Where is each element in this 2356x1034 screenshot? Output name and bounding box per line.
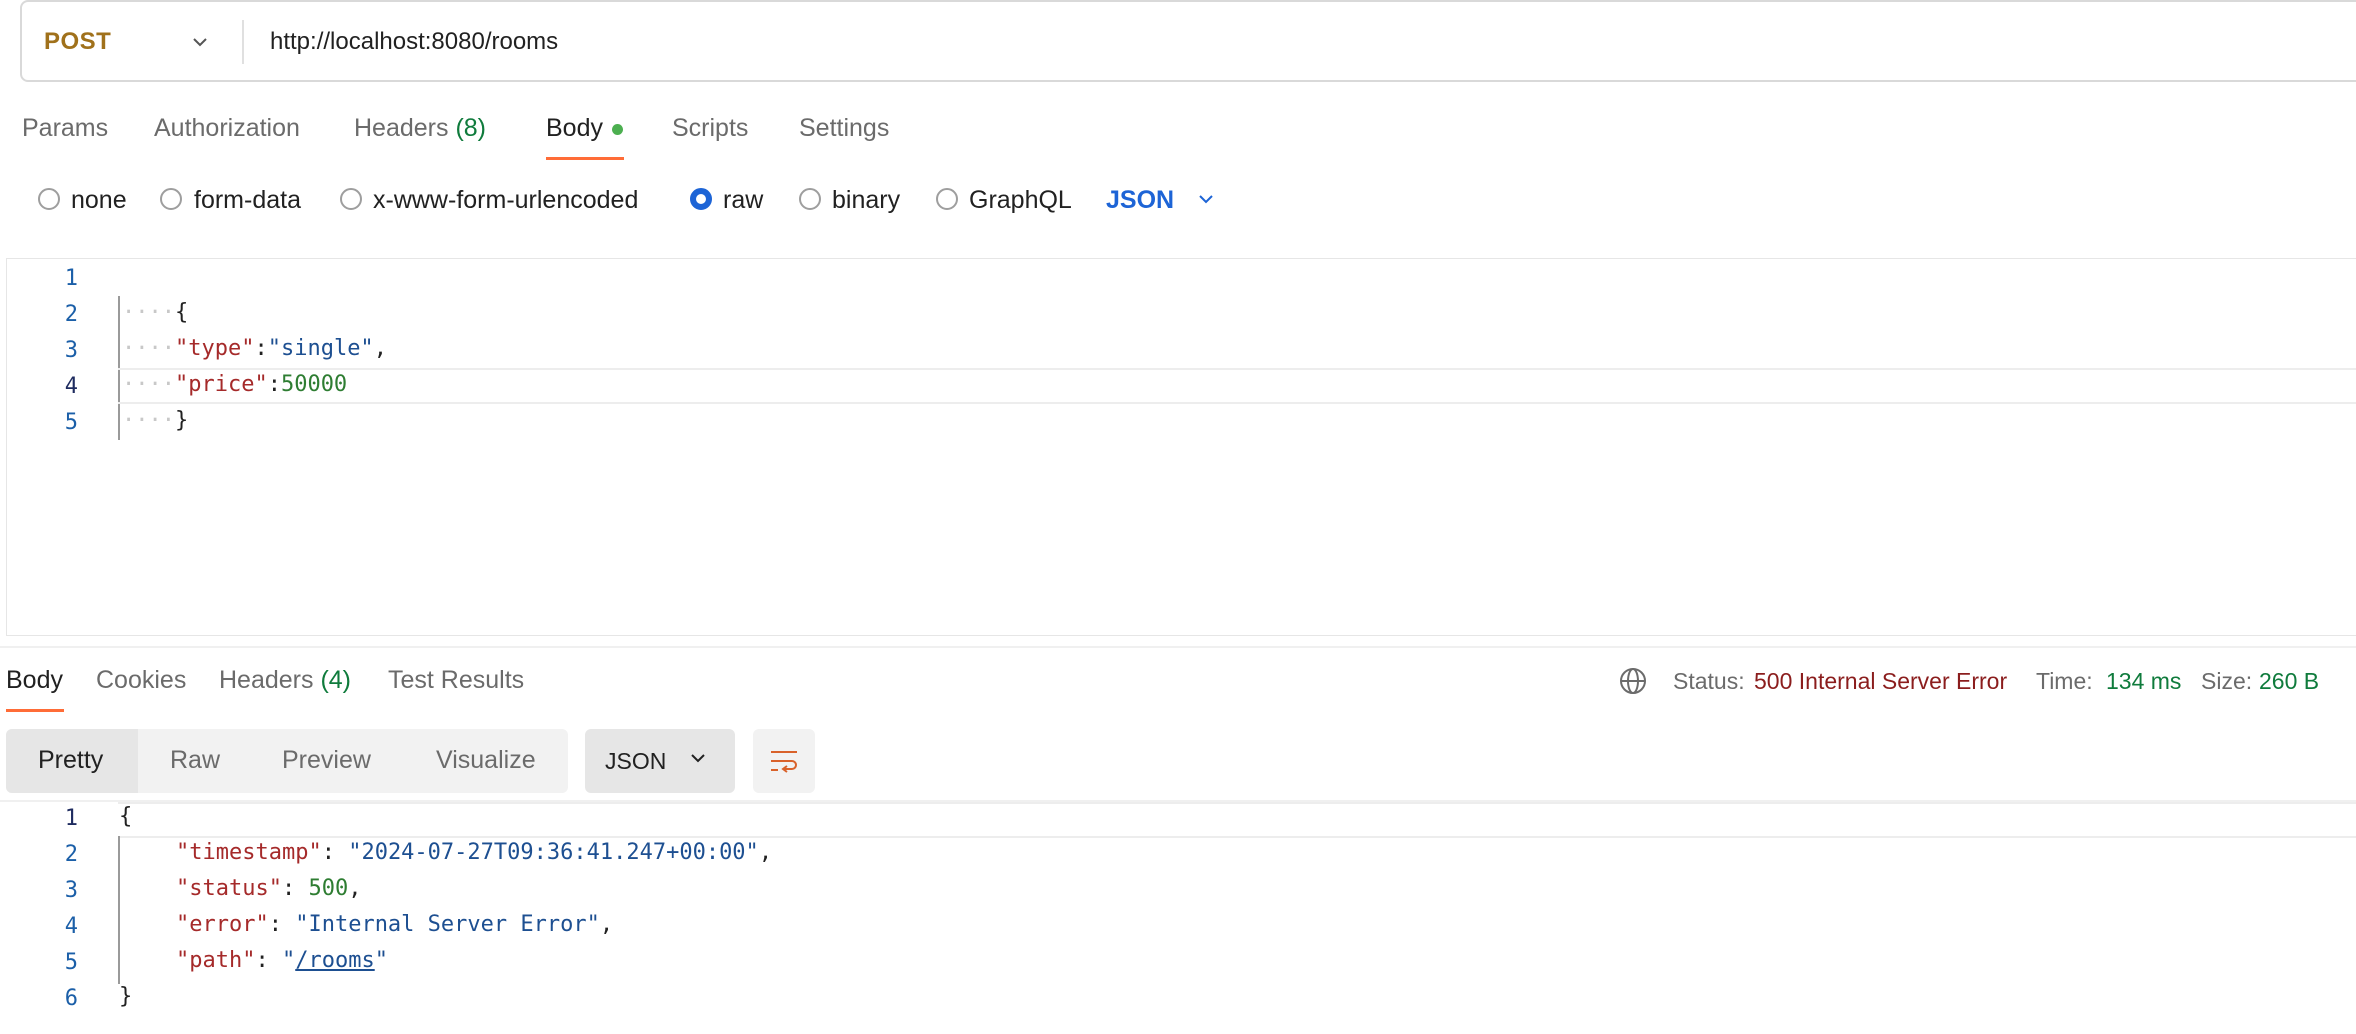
tab-response-body[interactable]: Body <box>6 666 63 695</box>
tab-settings[interactable]: Settings <box>799 114 889 143</box>
request-body-editor[interactable] <box>6 258 2356 636</box>
code-line: } <box>119 984 133 1009</box>
method-select[interactable]: POST <box>44 28 111 56</box>
tab-authorization[interactable]: Authorization <box>154 114 300 143</box>
status-value[interactable]: 500 Internal Server Error <box>1754 668 2007 695</box>
active-tab-indicator <box>546 157 624 160</box>
radio-none-label[interactable]: none <box>71 186 127 215</box>
code-line: "error": "Internal Server Error", <box>176 912 614 937</box>
code-line: ····"type":"single", <box>122 336 387 361</box>
body-modified-dot <box>612 124 623 135</box>
line-number: 1 <box>64 806 78 831</box>
mode-pretty[interactable]: Pretty <box>38 746 103 775</box>
tab-params[interactable]: Params <box>22 114 108 143</box>
wrap-lines-icon[interactable] <box>768 746 800 776</box>
path-link[interactable]: /rooms <box>295 948 374 973</box>
current-line-highlight <box>118 802 2356 838</box>
tab-response-headers-label: Headers <box>219 666 314 694</box>
response-divider[interactable] <box>0 646 2356 648</box>
radio-binary-label[interactable]: binary <box>832 186 900 215</box>
radio-binary[interactable] <box>799 188 821 210</box>
size-label: Size: <box>2201 668 2253 694</box>
line-number: 5 <box>64 410 78 435</box>
globe-icon[interactable] <box>1618 666 1648 696</box>
radio-urlencoded-label[interactable]: x-www-form-urlencoded <box>373 186 638 215</box>
line-number: 4 <box>64 374 78 399</box>
line-number: 3 <box>64 878 78 903</box>
radio-none[interactable] <box>38 188 60 210</box>
chevron-down-icon[interactable] <box>190 32 210 52</box>
tab-scripts[interactable]: Scripts <box>672 114 748 143</box>
radio-form-data-label[interactable]: form-data <box>194 186 301 215</box>
code-line: ····} <box>122 408 189 433</box>
radio-graphql[interactable] <box>936 188 958 210</box>
radio-urlencoded[interactable] <box>340 188 362 210</box>
mode-visualize[interactable]: Visualize <box>436 746 536 775</box>
radio-raw[interactable] <box>690 188 712 210</box>
indent-guide <box>118 836 120 984</box>
time-label: Time: <box>2036 668 2093 694</box>
radio-raw-label[interactable]: raw <box>723 186 763 215</box>
line-number: 2 <box>64 842 78 867</box>
radio-form-data[interactable] <box>160 188 182 210</box>
tab-cookies[interactable]: Cookies <box>96 666 186 695</box>
code-line: "status": 500, <box>176 876 362 901</box>
tab-response-headers[interactable]: Headers (4) <box>219 666 351 695</box>
radio-graphql-label[interactable]: GraphQL <box>969 186 1072 215</box>
line-number: 1 <box>64 266 78 291</box>
line-number: 2 <box>64 302 78 327</box>
line-number: 4 <box>64 914 78 939</box>
tab-headers-label: Headers <box>354 114 449 142</box>
line-number: 3 <box>64 338 78 363</box>
chevron-down-icon[interactable] <box>1196 192 1216 208</box>
mode-raw[interactable]: Raw <box>170 746 220 775</box>
url-divider <box>242 20 244 64</box>
code-line: "timestamp": "2024-07-27T09:36:41.247+00… <box>176 840 773 865</box>
size-value[interactable]: 260 B <box>2259 668 2319 695</box>
line-number: 5 <box>64 950 78 975</box>
tab-headers-count: (8) <box>455 114 487 142</box>
url-input[interactable]: http://localhost:8080/rooms <box>270 28 558 56</box>
response-format-label[interactable]: JSON <box>605 748 666 775</box>
chevron-down-icon[interactable] <box>688 751 708 767</box>
status-label: Status: <box>1673 668 1745 694</box>
time-value[interactable]: 134 ms <box>2106 668 2181 695</box>
line-number: 6 <box>64 986 78 1011</box>
active-tab-indicator <box>6 709 64 712</box>
code-line: { <box>119 804 133 829</box>
current-line-highlight <box>118 368 2356 404</box>
url-bar: POST http://localhost:8080/rooms <box>20 0 2356 82</box>
code-line: ····{ <box>122 300 189 325</box>
tab-headers[interactable]: Headers (8) <box>354 114 486 143</box>
tab-response-headers-count: (4) <box>320 666 352 694</box>
body-language-select[interactable]: JSON <box>1106 186 1174 215</box>
code-line: "path": "/rooms" <box>176 948 388 973</box>
tab-body[interactable]: Body <box>546 114 603 143</box>
code-line: ····"price":50000 <box>122 372 348 397</box>
mode-preview[interactable]: Preview <box>282 746 371 775</box>
tab-test-results[interactable]: Test Results <box>388 666 524 695</box>
